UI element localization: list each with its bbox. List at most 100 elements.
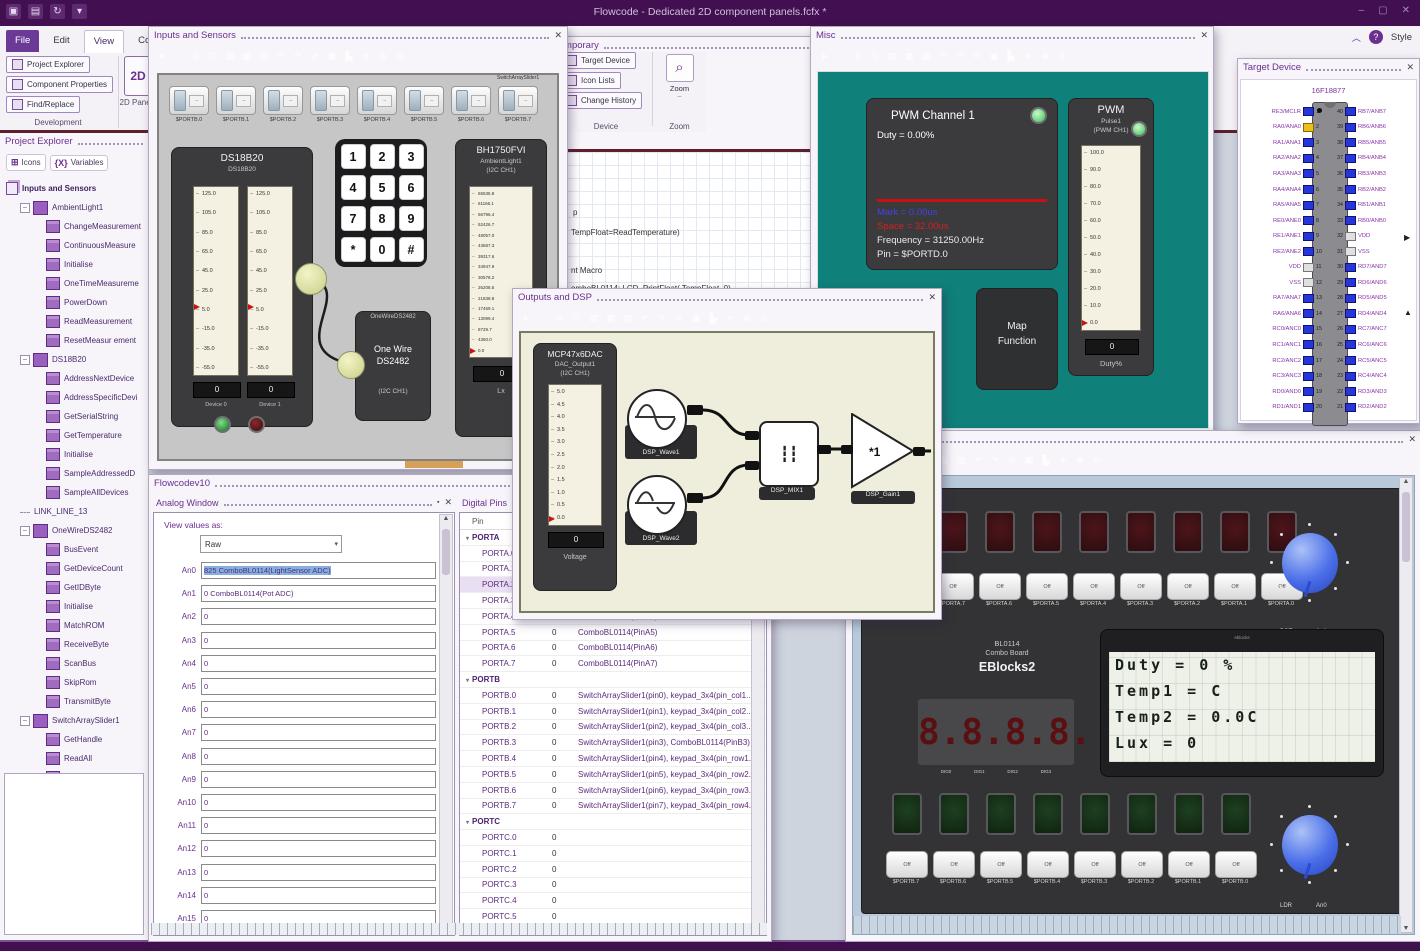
- view-values-dropdown[interactable]: Raw ▾: [200, 535, 342, 553]
- tree-expander[interactable]: –: [20, 354, 30, 365]
- digital-row[interactable]: ▾PORTB.5 0 SwitchArraySlider1(pin5), key…: [460, 767, 766, 783]
- toolbar-icon[interactable]: ↶: [936, 49, 950, 63]
- pin-square-left[interactable]: [1303, 247, 1314, 257]
- toolbar-icon[interactable]: ▙: [706, 311, 720, 325]
- tree-item[interactable]: – LINK_LINE_13: [6, 502, 148, 521]
- digital-row[interactable]: ▾PORTB.3 0 SwitchArraySlider1(pin3), Com…: [460, 735, 766, 752]
- analog-value-field[interactable]: 0: [201, 840, 436, 858]
- port-switch-button[interactable]: Off: [886, 851, 928, 878]
- toolbar-icon[interactable]: ⊖: [1090, 453, 1104, 467]
- analog-value-field[interactable]: 825 ComboBL0114(LightSensor ADC): [201, 562, 436, 580]
- toggle-switch[interactable]: –: [404, 86, 444, 115]
- zoom-icon[interactable]: ⌕: [665, 54, 694, 82]
- digital-row[interactable]: ▾PORTC.0 0: [460, 830, 766, 846]
- digital-row[interactable]: ▾PORTC.3 0: [460, 878, 766, 894]
- dac-value[interactable]: 0: [548, 532, 604, 548]
- tree-item[interactable]: – SampleAddressedD: [6, 464, 148, 483]
- toolbar-icon[interactable]: ▣: [325, 49, 339, 63]
- pin-square-right[interactable]: [1345, 309, 1356, 319]
- zoom-button[interactable]: Zoom: [653, 84, 706, 93]
- toolbar-icon[interactable]: ▦: [240, 49, 254, 63]
- tree-item[interactable]: – PowerDown: [6, 293, 148, 312]
- sine-wave-icon[interactable]: [627, 389, 687, 449]
- sine-wave-icon[interactable]: [627, 475, 687, 535]
- tree-item[interactable]: – GetIDByte: [6, 578, 148, 597]
- ds18b20-slider-2[interactable]: 125.0105.085.065.045.025.05.0-15.0-35.0-…: [247, 186, 293, 376]
- maximize-button[interactable]: ▢: [1378, 5, 1387, 16]
- digital-row[interactable]: ▾PORTC.2 0: [460, 862, 766, 878]
- port-switch-button[interactable]: Off: [1120, 573, 1162, 600]
- ds18b20-value-1[interactable]: 0: [193, 382, 241, 398]
- close-button[interactable]: ✕: [1402, 5, 1410, 16]
- ribbon-tab[interactable]: File: [6, 30, 40, 52]
- ribbon-tab[interactable]: Edit: [44, 30, 78, 52]
- analog-value-field[interactable]: 0: [201, 654, 436, 672]
- pot-knob[interactable]: [1270, 523, 1349, 602]
- tree-item[interactable]: – ContinuousMeasure: [6, 236, 148, 255]
- toolbar-icon[interactable]: ➤: [155, 49, 169, 63]
- tree-item[interactable]: – Initialise: [6, 445, 148, 464]
- dsp-mixer-block[interactable]: ┇┇: [759, 421, 819, 487]
- toolbar-icon[interactable]: ↶: [638, 311, 652, 325]
- toolbar-icon[interactable]: ⊕: [1038, 49, 1052, 63]
- pin-square-right[interactable]: [1345, 340, 1356, 350]
- pin-icon[interactable]: ▪: [437, 499, 439, 506]
- pin-square-left[interactable]: [1303, 309, 1314, 319]
- digital-row[interactable]: ▾PORTB.4 0 SwitchArraySlider1(pin4), key…: [460, 751, 766, 767]
- dsp-gain-triangle[interactable]: *1: [851, 413, 917, 489]
- view-toggle[interactable]: Change History: [560, 92, 643, 109]
- toolbar-icon[interactable]: ⟳: [308, 49, 322, 63]
- tree-item[interactable]: – OneWireDS2482: [6, 521, 148, 540]
- toolbar-icon[interactable]: ▙: [1004, 49, 1018, 63]
- toolbar-icon[interactable]: ⊖: [393, 49, 407, 63]
- pin-square-right[interactable]: [1345, 185, 1356, 194]
- toolbar-icon[interactable]: ✛: [359, 49, 373, 63]
- digital-row[interactable]: ▾PORTB.7 0 SwitchArraySlider1(pin7), key…: [460, 799, 766, 815]
- port-switch-button[interactable]: Off: [1214, 573, 1256, 600]
- splitter-arrow-up-icon[interactable]: ▲: [1404, 308, 1412, 317]
- port-switch-button[interactable]: Off: [1026, 573, 1068, 600]
- analog-value-field[interactable]: 0: [201, 817, 436, 835]
- ds18b20-slider-1[interactable]: 125.0105.085.065.045.025.05.0-15.0-35.0-…: [193, 186, 239, 376]
- toolbar-icon[interactable]: ⎘: [206, 49, 220, 63]
- ds18b20-value-2[interactable]: 0: [247, 382, 295, 398]
- port-switch-button[interactable]: Off: [1027, 851, 1069, 878]
- pin-square-right[interactable]: [1345, 169, 1356, 179]
- ldr-knob[interactable]: [1270, 805, 1349, 884]
- close-icon[interactable]: ✕: [444, 497, 452, 508]
- dac-block[interactable]: MCP47x6DAC DAC_Output1 (I2C CH1) 5.04.54…: [533, 343, 617, 591]
- toolbar-icon[interactable]: ⊕: [1073, 453, 1087, 467]
- pin-square-right[interactable]: [1345, 387, 1356, 397]
- analog-value-field[interactable]: 0: [201, 608, 436, 626]
- analog-value-field[interactable]: 0: [201, 770, 436, 788]
- pin-square-left[interactable]: [1303, 231, 1314, 241]
- pin-square-right[interactable]: [1345, 153, 1356, 163]
- pin-square-left[interactable]: [1303, 340, 1314, 350]
- pin-square-left[interactable]: [1303, 387, 1314, 397]
- pin-square-right[interactable]: [1345, 278, 1356, 288]
- toolbar-icon[interactable]: ▤: [885, 49, 899, 63]
- pin-square-left[interactable]: [1303, 293, 1314, 303]
- tree-item[interactable]: – AmbientLight1: [6, 198, 148, 217]
- tree-item[interactable]: – GetSerialString: [6, 407, 148, 426]
- style-menu[interactable]: Style: [1391, 32, 1412, 43]
- toolbar-icon[interactable]: ▙: [342, 49, 356, 63]
- explorer-tab[interactable]: {X} Variables: [49, 154, 109, 171]
- toolbar-icon[interactable]: ➤: [817, 49, 831, 63]
- wire-node[interactable]: [337, 351, 365, 379]
- tree-item[interactable]: – TransmitByte: [6, 692, 148, 711]
- analog-value-field[interactable]: 0 ComboBL0114(Pot ADC): [201, 585, 436, 603]
- pwm-slider-block[interactable]: PWM Pulse1 (PWM CH1) 100.090.080.070.060…: [1068, 98, 1154, 376]
- tree-item[interactable]: – BusEvent: [6, 540, 148, 559]
- toolbar-icon[interactable]: ⎘: [868, 49, 882, 63]
- pin-square-left[interactable]: [1303, 169, 1314, 179]
- toolbar-icon[interactable]: ⬚: [834, 49, 848, 63]
- tree-expander[interactable]: –: [20, 202, 30, 213]
- pin-square-right[interactable]: [1345, 247, 1356, 257]
- digital-row[interactable]: ▾PORTA.5 0 ComboBL0114(PinA5): [460, 625, 766, 641]
- toolbar-icon[interactable]: ⊖: [1055, 49, 1069, 63]
- tree-item[interactable]: – ReadMeasurement: [6, 312, 148, 331]
- toolbar-icon[interactable]: ↷: [291, 49, 305, 63]
- toggle-switch[interactable]: –: [357, 86, 397, 115]
- explorer-tab[interactable]: ⊞ Icons: [6, 154, 46, 171]
